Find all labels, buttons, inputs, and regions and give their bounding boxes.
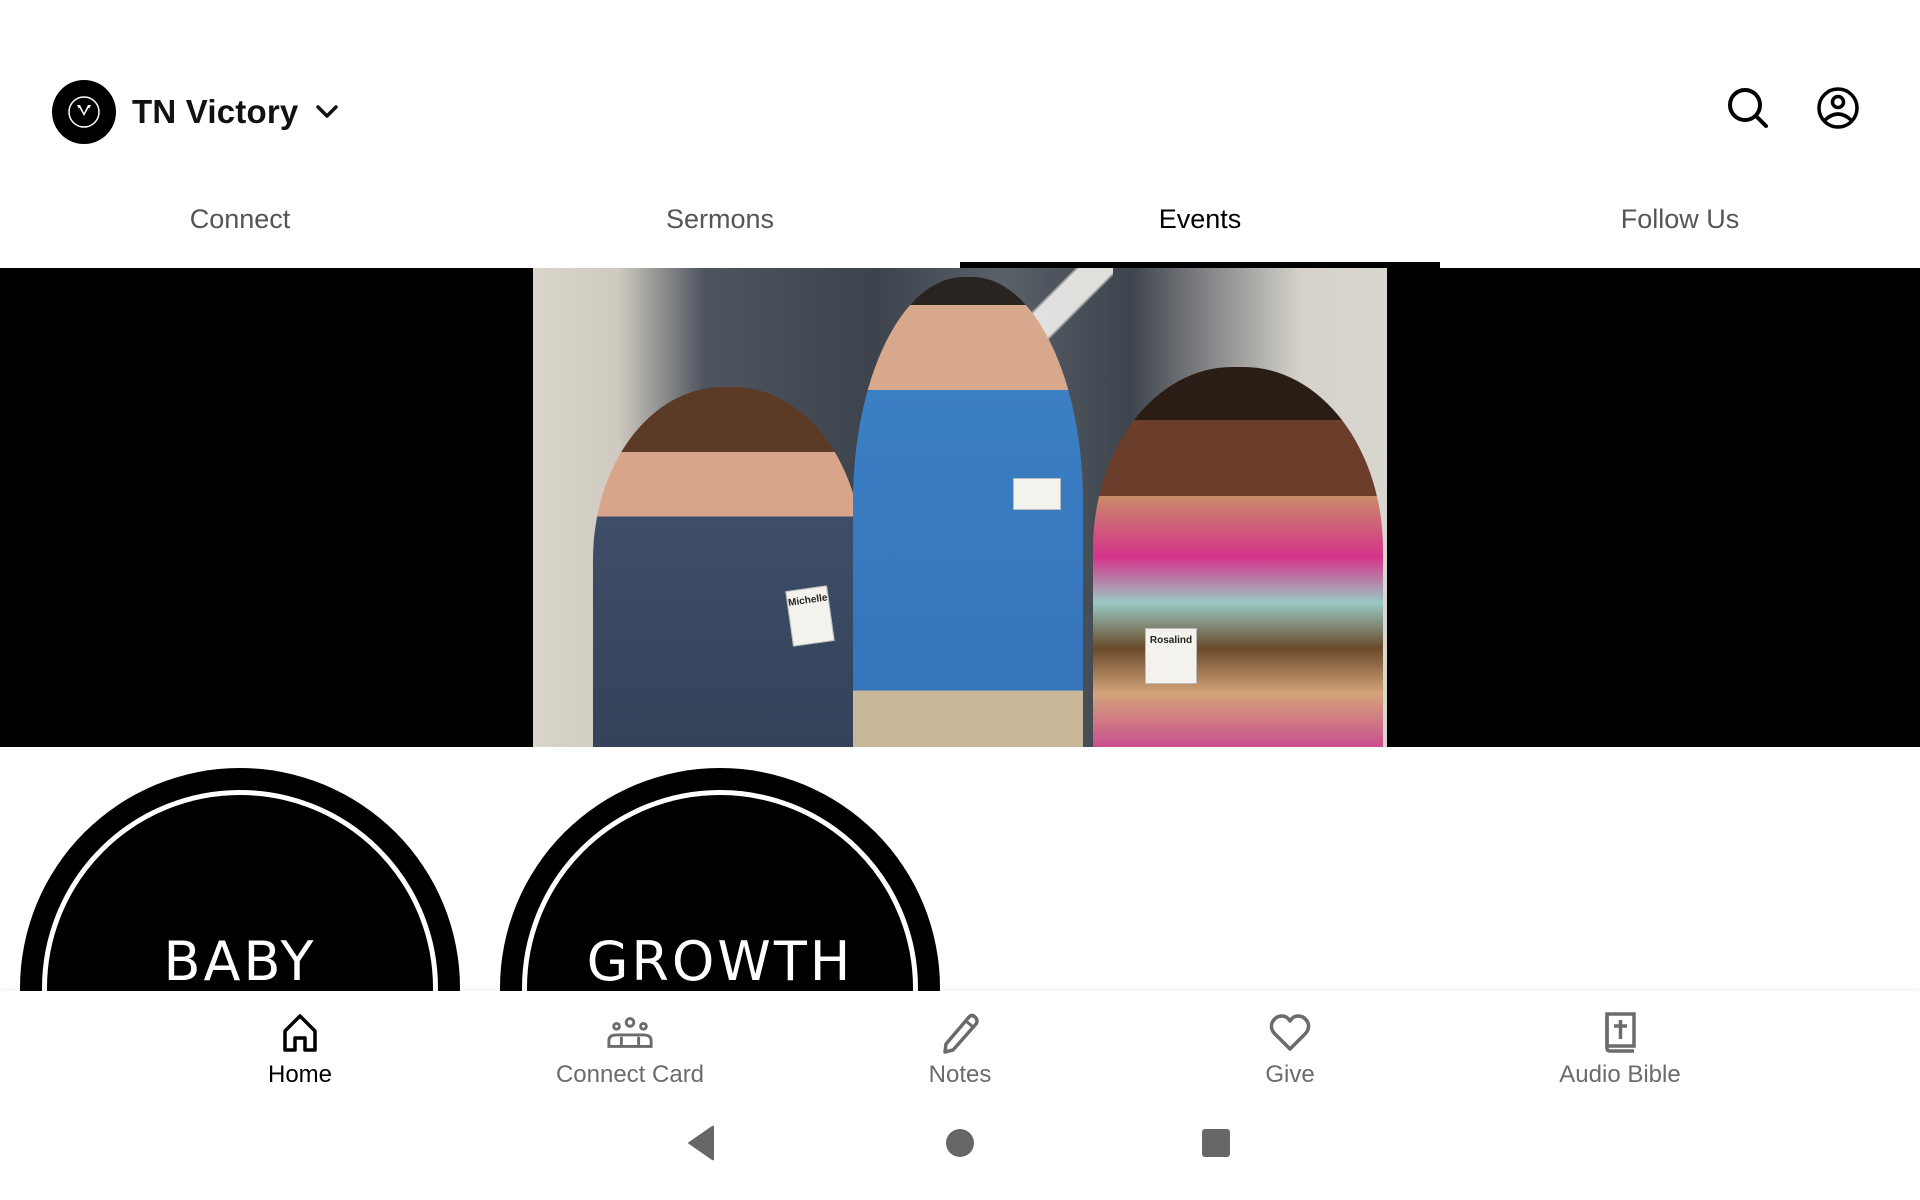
- hero-photo: Michelle Rosalind: [533, 268, 1387, 747]
- nav-label: Give: [1265, 1061, 1315, 1088]
- bottom-nav: Home Connect Card Notes Give Audio Bible: [0, 991, 1920, 1095]
- tab-connect[interactable]: Connect: [0, 180, 480, 268]
- hero-banner[interactable]: Michelle Rosalind: [0, 268, 1920, 747]
- nav-home[interactable]: Home: [135, 991, 465, 1095]
- org-name: TN Victory: [132, 93, 299, 130]
- back-triangle-icon: [686, 1125, 718, 1166]
- search-icon: [1726, 86, 1770, 135]
- system-nav-bar: [0, 1095, 1920, 1200]
- system-recents-button[interactable]: [1196, 1125, 1236, 1165]
- person-left: [593, 387, 863, 747]
- nav-audio-bible[interactable]: Audio Bible: [1455, 991, 1785, 1095]
- category-baby[interactable]: BABY: [20, 768, 460, 991]
- nav-label: Home: [267, 1061, 333, 1088]
- profile-button[interactable]: [1816, 86, 1860, 135]
- pencil-icon: [936, 1011, 984, 1055]
- person-center: [853, 277, 1083, 747]
- account-circle-icon: [1816, 86, 1860, 135]
- victory-v-logo-icon: [52, 80, 116, 144]
- home-circle-icon: [944, 1127, 976, 1164]
- category-label: GROWTH: [586, 930, 854, 991]
- category-label: BABY: [163, 930, 317, 991]
- org-switcher[interactable]: TN Victory: [52, 80, 340, 144]
- category-row: BABY GROWTH: [0, 747, 1920, 991]
- home-icon: [276, 1011, 324, 1055]
- nav-label: Connect Card: [555, 1061, 705, 1088]
- app-header: TN Victory: [0, 0, 1920, 180]
- nav-give[interactable]: Give: [1125, 991, 1455, 1095]
- nav-label: Audio Bible: [1559, 1061, 1681, 1088]
- name-badge: [1013, 478, 1061, 510]
- heart-icon: [1266, 1011, 1314, 1055]
- system-back-button[interactable]: [682, 1125, 722, 1165]
- tab-sermons[interactable]: Sermons: [480, 180, 960, 268]
- person-right: [1093, 367, 1383, 747]
- recents-square-icon: [1200, 1127, 1232, 1164]
- tab-follow-us[interactable]: Follow Us: [1440, 180, 1920, 268]
- nav-label: Notes: [928, 1061, 992, 1088]
- name-badge: Michelle: [785, 585, 835, 647]
- nav-notes[interactable]: Notes: [795, 991, 1125, 1095]
- search-button[interactable]: [1726, 86, 1770, 135]
- category-growth[interactable]: GROWTH: [500, 768, 940, 991]
- top-tabs: Connect Sermons Events Follow Us: [0, 180, 1920, 268]
- chevron-down-icon: [314, 99, 340, 125]
- bible-icon: [1596, 1011, 1644, 1055]
- nav-connect-card[interactable]: Connect Card: [465, 991, 795, 1095]
- name-badge: Rosalind: [1145, 628, 1197, 684]
- tab-events[interactable]: Events: [960, 180, 1440, 268]
- system-home-button[interactable]: [940, 1125, 980, 1165]
- group-icon: [606, 1011, 654, 1055]
